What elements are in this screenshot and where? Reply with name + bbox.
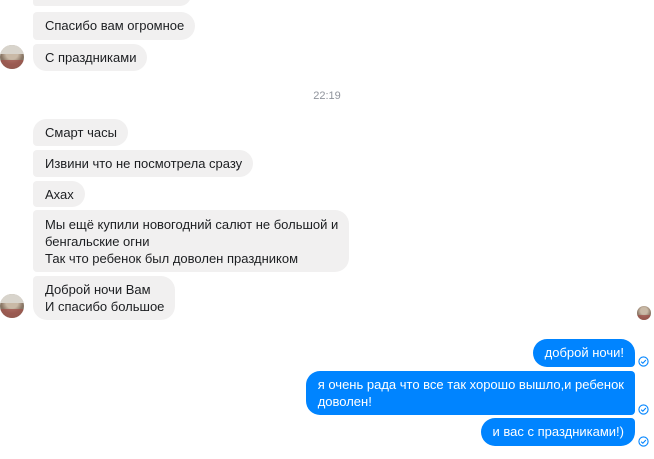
message-text-line: Мы ещё купили новогодний салют не большо…: [45, 217, 339, 232]
delivered-check-icon: [638, 404, 649, 415]
message-bubble-incoming: Смарт часы: [33, 119, 128, 146]
message-bubble-incoming: Спасибо вам огромное: [33, 12, 196, 40]
delivered-check-icon: [638, 436, 649, 447]
message-text: Ахах: [45, 187, 74, 202]
message-text: С праздниками: [45, 50, 137, 65]
message-bubble-incoming: Ахах: [33, 181, 85, 207]
contact-avatar[interactable]: [0, 45, 24, 69]
message-text-line: доволен!: [317, 394, 372, 409]
message-text: Извини что не посмотрела сразу: [45, 156, 243, 171]
message-text-line: бенгальские огни: [45, 234, 150, 249]
contact-avatar[interactable]: [0, 294, 24, 318]
message-bubble-outgoing: доброй ночи!: [532, 339, 635, 367]
message-bubble-incoming: Доброй ночи Вам И спасибо большое: [33, 276, 176, 320]
message-bubble-incoming: Мы ещё купили новогодний салют не большо…: [33, 210, 350, 272]
message-text-line: И спасибо большое: [45, 299, 165, 314]
message-bubble-incoming: С праздниками: [33, 44, 148, 71]
message-text-line: Доброй ночи Вам: [45, 282, 151, 297]
message-timestamp: 22:19: [313, 90, 341, 102]
message-bubble-outgoing: и вас с праздниками!): [480, 418, 635, 446]
message-bubble-outgoing: я очень рада что все так хорошо вышло,и …: [305, 371, 635, 415]
delivered-check-icon: [638, 356, 649, 367]
message-text: доброй ночи!: [544, 345, 624, 360]
message-text-line: Так что ребенок был доволен праздником: [45, 251, 299, 266]
message-text: Смарт часы: [45, 125, 117, 140]
message-bubble-clipped: [33, 0, 191, 6]
message-text: Спасибо вам огромное: [45, 18, 185, 33]
message-text-line: я очень рада что все так хорошо вышло,и …: [317, 377, 624, 392]
message-bubble-incoming: Извини что не посмотрела сразу: [33, 150, 254, 177]
seen-avatar: [637, 306, 651, 320]
message-text: и вас с праздниками!): [492, 424, 625, 439]
